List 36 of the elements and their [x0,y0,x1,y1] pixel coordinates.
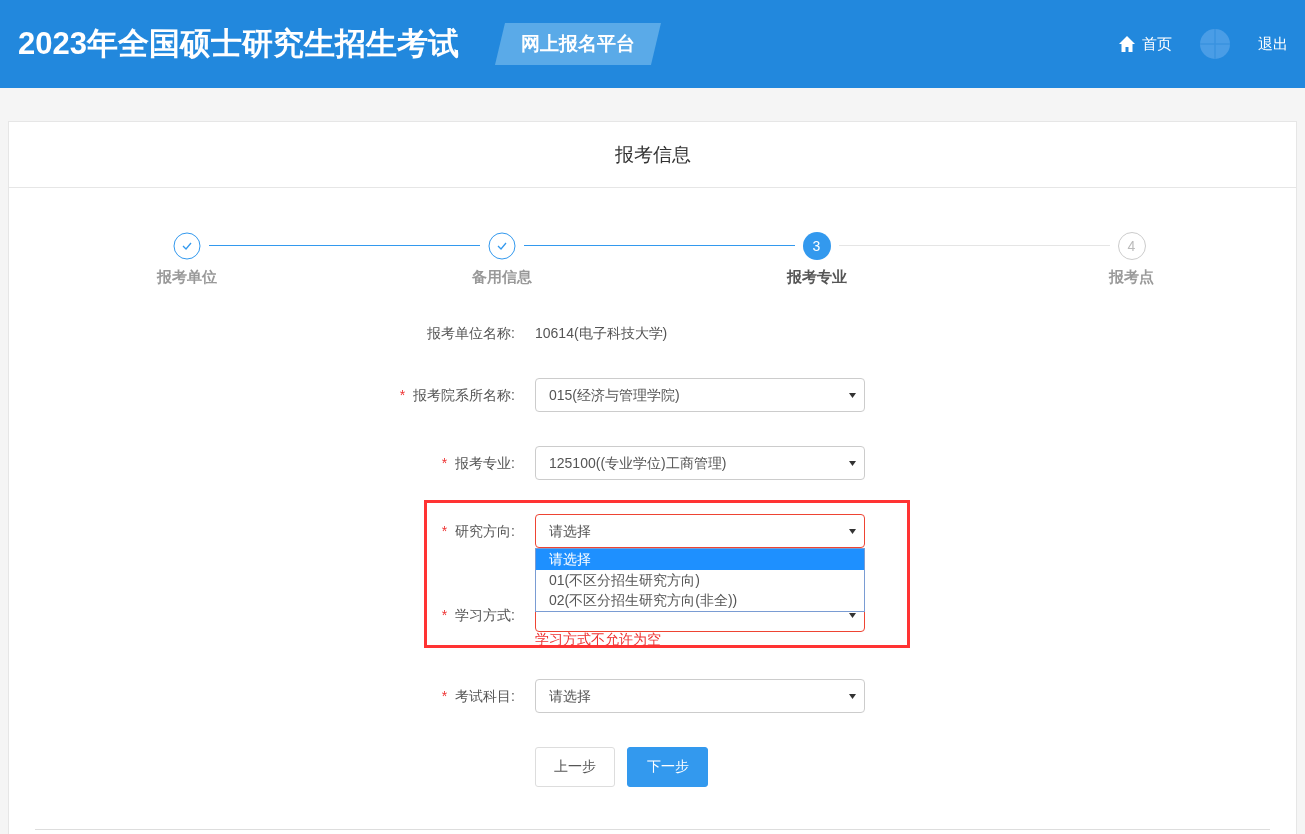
step-number: 4 [1117,232,1146,260]
field-label: 学习方式: [455,607,515,623]
field-label: 考试科目: [455,688,515,704]
required-mark: * [441,523,448,539]
platform-tag: 网上报名平台 [494,23,661,65]
caret-icon [849,528,856,534]
field-label: 报考单位名称: [427,325,515,341]
step-label: 报考点 [1109,268,1154,287]
step-number: 3 [802,232,831,260]
back-button[interactable]: 上一步 [535,747,615,787]
select-field[interactable]: 015(经济与管理学院) [535,378,865,412]
field-label: 研究方向: [455,523,515,539]
caret-icon [849,460,856,466]
required-mark: * [441,455,448,471]
required-mark: * [441,688,448,704]
home-link[interactable]: 首页 [1118,34,1172,54]
step-label: 备用信息 [471,268,532,287]
error-message: 学习方式不允许为空 [535,630,662,648]
step-label: 报考专业 [786,268,847,287]
field-value: 10614(电子科技大学) [535,325,668,341]
required-mark: * [441,607,448,623]
select-field[interactable]: 请选择 [535,514,865,548]
dropdown-option[interactable]: 01(不区分招生研究方向) [536,569,864,590]
site-title: 2023年全国硕士研究生招生考试 [18,25,459,63]
logout-link[interactable]: 退出 [1258,34,1288,54]
select-field[interactable]: 125100((专业学位)工商管理) [535,446,865,480]
card-title: 报考信息 [614,142,691,167]
home-icon [1118,35,1136,53]
field-label: 报考院系所名称: [413,387,515,403]
step-label: 报考单位 [156,268,217,287]
field-label: 报考专业: [455,455,515,471]
caret-icon [849,693,856,699]
dropdown-option[interactable]: 02(不区分招生研究方向(非全)) [536,590,864,611]
caret-icon [849,392,856,398]
required-mark: * [399,387,406,403]
select-field[interactable]: 请选择 [535,679,865,713]
